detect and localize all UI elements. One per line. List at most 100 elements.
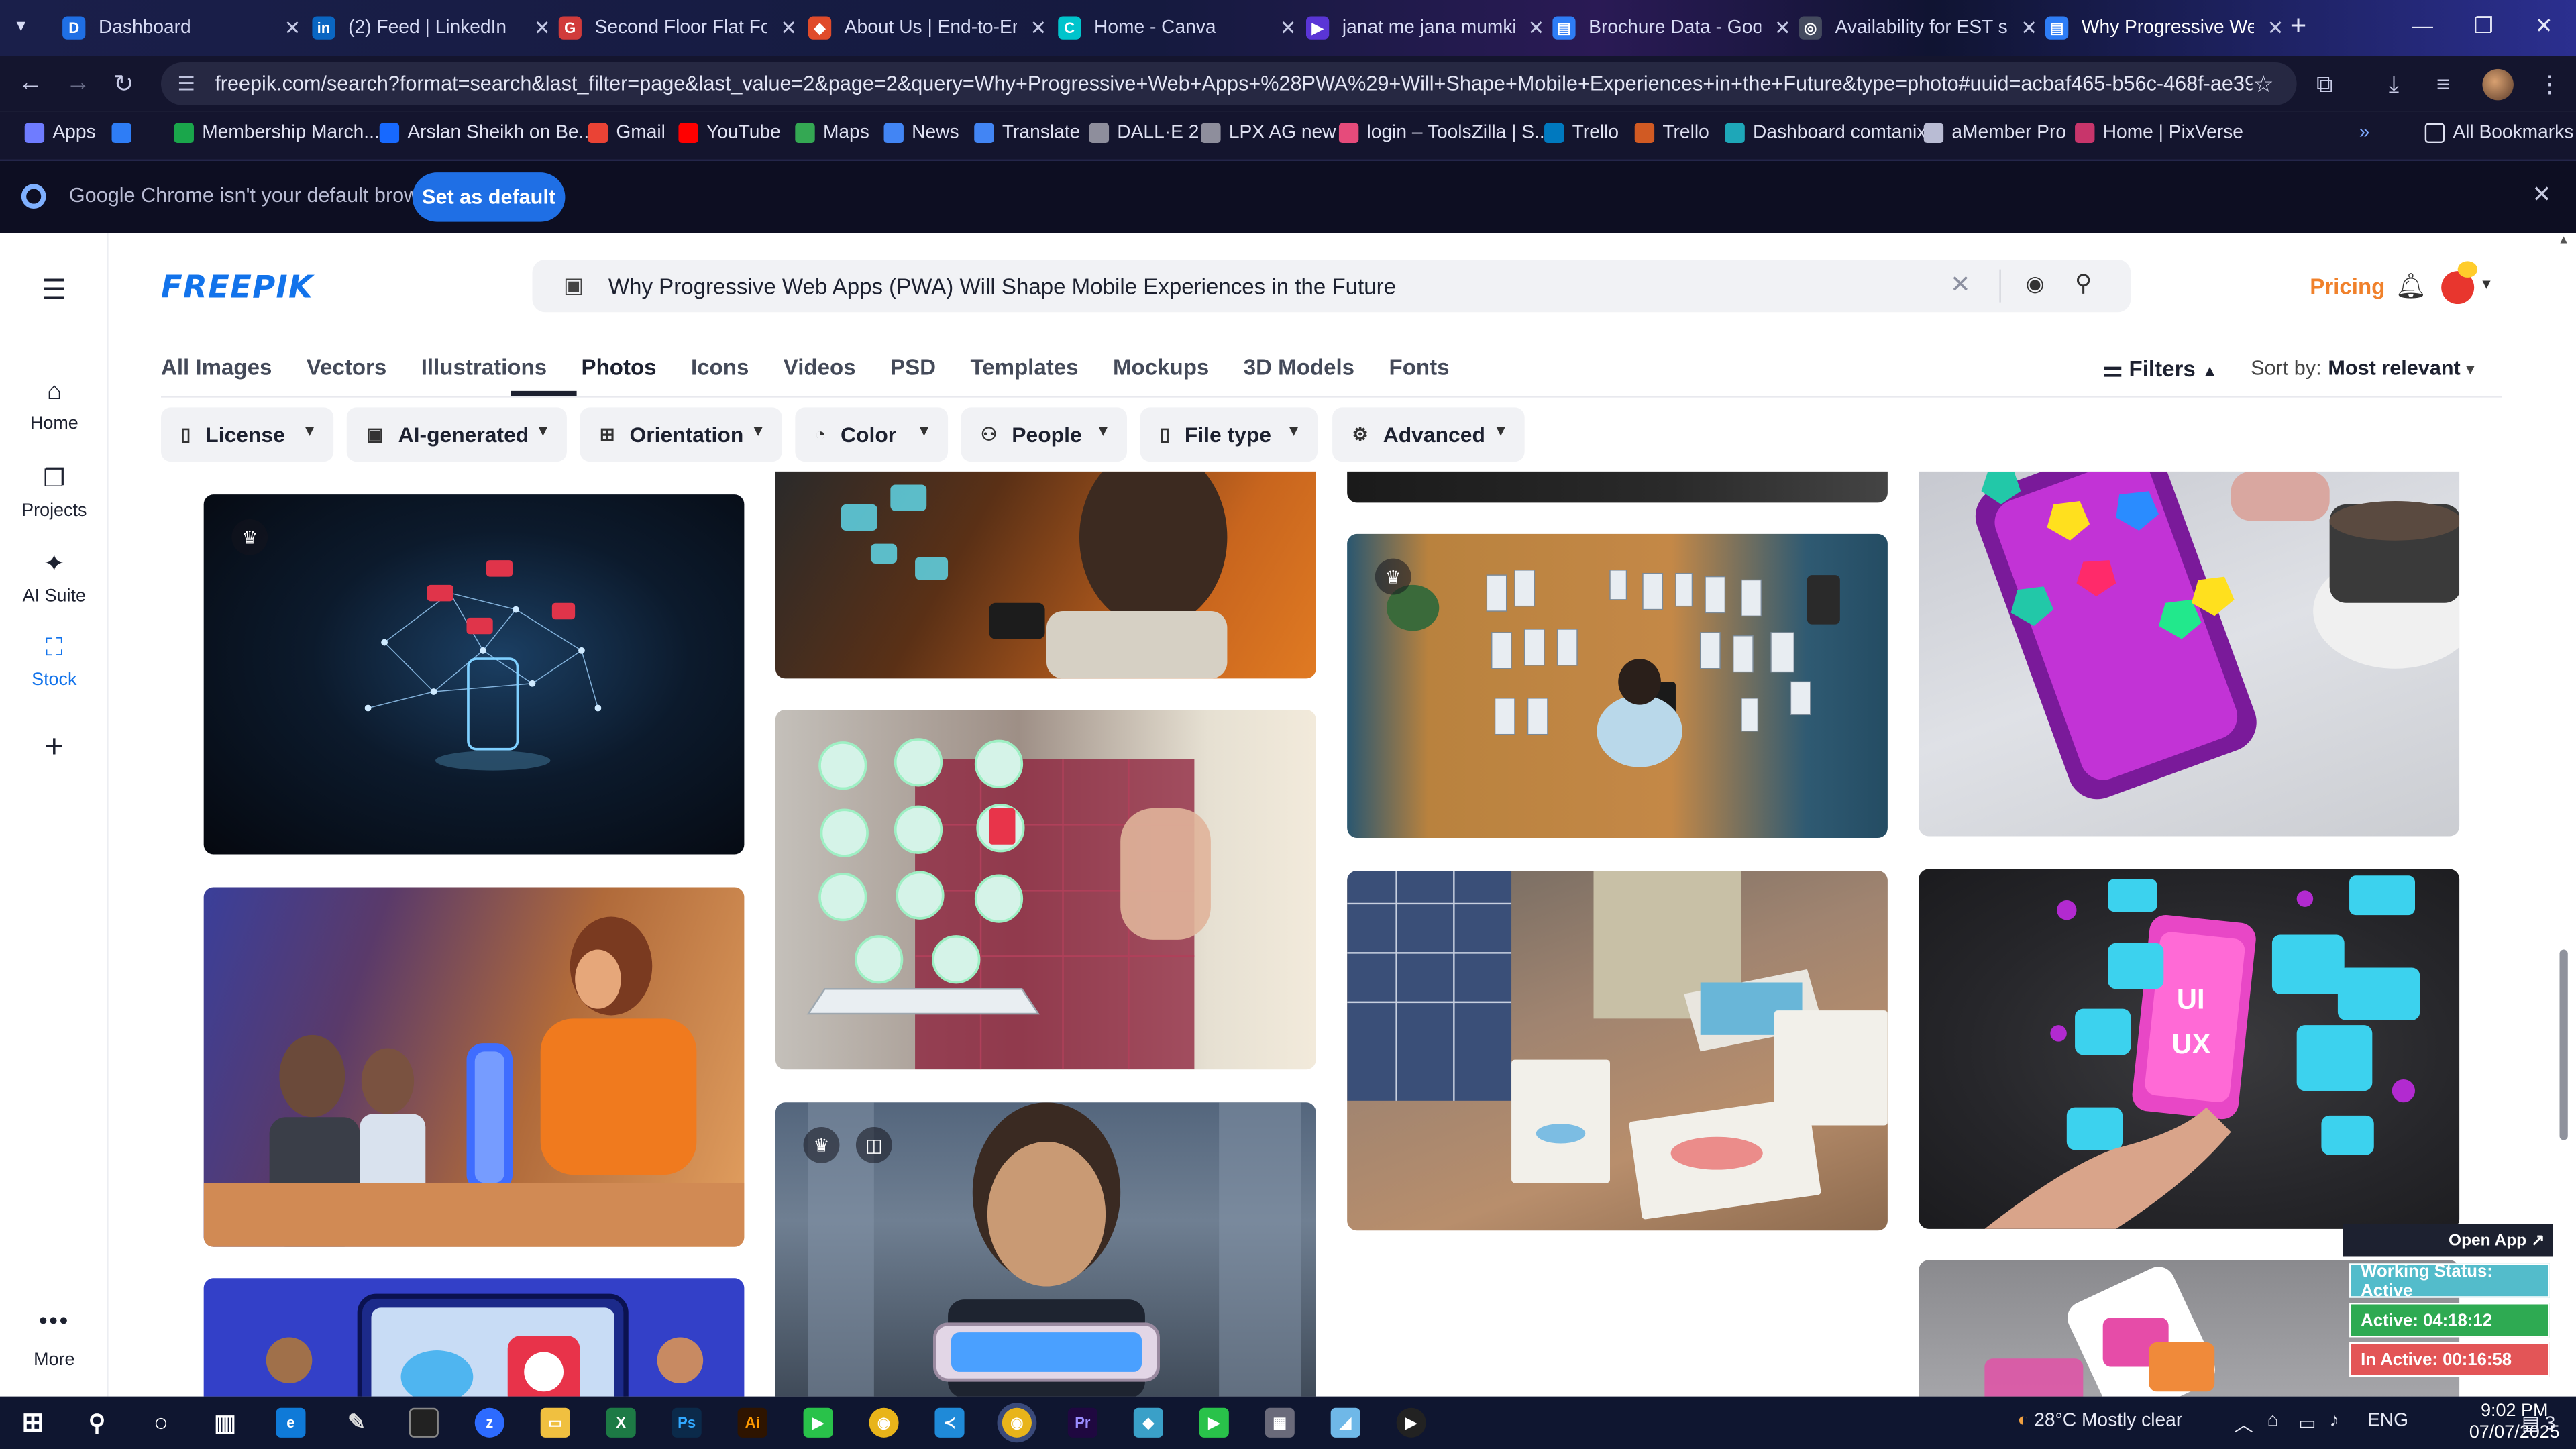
filters-toggle[interactable]: ⚌ Filters ▲ bbox=[2103, 356, 2218, 382]
bookmark-item[interactable]: Membership March... bbox=[174, 123, 380, 144]
browser-tab[interactable]: ▶ janat me jana mumki ✕ bbox=[1305, 8, 1544, 48]
terminal-icon[interactable] bbox=[409, 1407, 439, 1438]
search-input[interactable]: Why Progressive Web Apps (PWA) Will Shap… bbox=[608, 274, 1396, 299]
bookmark-item[interactable]: Apps bbox=[24, 123, 96, 144]
bookmark-item[interactable]: login – ToolsZilla | S... bbox=[1338, 123, 1550, 144]
vscode-icon[interactable]: ≺ bbox=[934, 1407, 965, 1438]
minimize-icon[interactable]: — bbox=[2412, 13, 2433, 38]
sidenav-home[interactable]: ⌂ Home bbox=[0, 378, 109, 433]
excel-icon[interactable]: X bbox=[606, 1407, 636, 1438]
more-bookmarks-icon[interactable]: » bbox=[2359, 123, 2370, 143]
pen-tool-icon[interactable]: ✎ bbox=[341, 1408, 371, 1438]
forward-icon[interactable]: → bbox=[66, 69, 91, 97]
green-app-2-icon[interactable]: ▶ bbox=[1199, 1407, 1229, 1438]
filter-button[interactable]: ⊞ Orientation ▾ bbox=[580, 407, 782, 462]
weather-widget[interactable]: ◐ 28°C Mostly clear bbox=[2017, 1411, 2182, 1431]
filter-button[interactable]: ⚙ Advanced ▾ bbox=[1332, 407, 1525, 462]
browser-tab[interactable]: in (2) Feed | LinkedIn ✕ bbox=[312, 8, 551, 48]
category-tab[interactable]: Photos bbox=[582, 355, 657, 388]
category-tab[interactable]: 3D Models bbox=[1244, 355, 1354, 388]
close-window-icon[interactable]: ✕ bbox=[2535, 13, 2553, 40]
omnibox[interactable]: ☰ freepik.com/search?format=search&last_… bbox=[161, 62, 2297, 105]
bookmark-item[interactable]: Dashboard comtanix bbox=[1725, 123, 1926, 144]
edge-icon[interactable]: e bbox=[276, 1407, 306, 1438]
premiere-icon[interactable]: Pr bbox=[1067, 1407, 1097, 1438]
taskbar-search-icon[interactable]: ⚲ bbox=[82, 1408, 111, 1438]
category-tab[interactable]: All Images bbox=[161, 355, 272, 388]
filter-button[interactable]: ▣ AI-generated ▾ bbox=[346, 407, 567, 462]
category-tab[interactable]: Videos bbox=[784, 355, 856, 388]
display-icon[interactable]: ▭ bbox=[2298, 1411, 2316, 1434]
filter-button[interactable]: ⚇ People ▾ bbox=[961, 407, 1128, 462]
profile-avatar[interactable] bbox=[2482, 68, 2514, 101]
filter-button[interactable]: ▯ License ▾ bbox=[161, 407, 334, 462]
browser-tab[interactable]: D Dashboard ✕ bbox=[62, 8, 301, 48]
cortana-icon[interactable]: ○ bbox=[146, 1408, 176, 1438]
filter-button[interactable]: ▯ File type ▾ bbox=[1140, 407, 1318, 462]
chrome-menu-icon[interactable]: ⋮ bbox=[2538, 70, 2561, 99]
cyan-app-icon[interactable]: ◆ bbox=[1133, 1407, 1163, 1438]
browser-tab[interactable]: ▤ Why Progressive Web ✕ bbox=[2045, 8, 2284, 48]
tab-close-icon[interactable]: ✕ bbox=[780, 16, 797, 39]
search-icon[interactable]: ⚲ bbox=[2075, 270, 2092, 298]
volume-icon[interactable]: ♪ bbox=[2330, 1411, 2339, 1431]
filter-button[interactable]: ◔ Color ▾ bbox=[795, 407, 949, 462]
extension-icon[interactable]: ⧉ bbox=[2316, 70, 2332, 99]
bookmark-item[interactable]: Home | PixVerse bbox=[2075, 123, 2243, 144]
network-icon[interactable]: ⌂ bbox=[2267, 1411, 2279, 1431]
bookmark-item[interactable]: Maps bbox=[795, 123, 869, 144]
photo-tile-phone-neon-icons[interactable] bbox=[1919, 471, 2460, 837]
bookmark-item[interactable]: YouTube bbox=[678, 123, 781, 144]
bookmark-star-icon[interactable]: ☆ bbox=[2253, 70, 2274, 99]
photo-tile-network-phone[interactable]: ♛ bbox=[203, 494, 745, 855]
bookmark-item[interactable]: Trello bbox=[1544, 123, 1619, 144]
scroll-up-icon[interactable]: ▲ bbox=[2558, 235, 2569, 246]
sort-dropdown[interactable]: Sort by: Most relevant ▾ bbox=[2251, 356, 2475, 379]
category-tab[interactable]: Vectors bbox=[307, 355, 386, 388]
freepik-logo[interactable]: FREEPIK bbox=[161, 270, 313, 306]
tab-close-icon[interactable]: ✕ bbox=[1280, 16, 1297, 39]
photo-tile-partial-dark[interactable] bbox=[1347, 471, 1888, 503]
browser-tab[interactable]: ▤ Brochure Data - Goo ✕ bbox=[1552, 8, 1791, 48]
camera-search-icon[interactable]: ◉ bbox=[2026, 271, 2045, 297]
page-scrollbar-thumb[interactable] bbox=[2559, 949, 2568, 1140]
notification-bell-icon[interactable]: 🔔︎ bbox=[2396, 271, 2427, 301]
sidenav-ai-suite[interactable]: ✦ AI Suite bbox=[0, 549, 109, 606]
add-icon[interactable]: + bbox=[0, 729, 109, 767]
photo-tile-ux-wireframes[interactable]: ♛ bbox=[1347, 533, 1888, 838]
calculator-icon[interactable]: ▦ bbox=[1265, 1407, 1295, 1438]
windows-start-icon[interactable]: ⊞ bbox=[18, 1408, 48, 1438]
zoom-icon[interactable]: z bbox=[474, 1407, 504, 1438]
photo-tile-family-speaker[interactable] bbox=[203, 887, 745, 1247]
tab-close-icon[interactable]: ✕ bbox=[2267, 16, 2284, 39]
clear-search-icon[interactable]: ✕ bbox=[1950, 270, 1971, 299]
notifications-icon[interactable]: ▤ 3 bbox=[2522, 1411, 2555, 1434]
photo-tile-man-smartphone[interactable]: ♛ ◫ bbox=[775, 1102, 1316, 1397]
reload-icon[interactable]: ↻ bbox=[113, 69, 134, 99]
pricing-link[interactable]: Pricing bbox=[2310, 274, 2385, 299]
chrome-icon[interactable]: ◉ bbox=[869, 1407, 899, 1438]
tab-close-icon[interactable]: ✕ bbox=[284, 16, 301, 39]
category-tab[interactable]: Templates bbox=[970, 355, 1078, 388]
bookmark-item[interactable]: Translate bbox=[974, 123, 1080, 144]
tab-close-icon[interactable]: ✕ bbox=[534, 16, 551, 39]
bookmark-item[interactable]: LPX AG new bbox=[1201, 123, 1336, 144]
all-bookmarks[interactable]: All Bookmarks bbox=[2424, 123, 2573, 144]
user-menu-chevron-icon[interactable]: ▾ bbox=[2482, 276, 2490, 294]
illustrator-icon[interactable]: Ai bbox=[737, 1407, 767, 1438]
hamburger-menu-icon[interactable]: ☰ bbox=[0, 274, 109, 307]
photo-tile-video-call[interactable] bbox=[203, 1278, 745, 1397]
media-queue-icon[interactable]: ≡ bbox=[2436, 70, 2450, 97]
photo-tile-phone-hologram[interactable] bbox=[775, 471, 1316, 679]
user-avatar[interactable] bbox=[2441, 261, 2478, 305]
category-tab[interactable]: Illustrations bbox=[421, 355, 547, 388]
search-bar[interactable]: ▣ Why Progressive Web Apps (PWA) Will Sh… bbox=[532, 259, 2131, 313]
bookmark-item[interactable] bbox=[111, 123, 140, 144]
bookmark-item[interactable]: Arslan Sheikh on Be... bbox=[379, 123, 594, 144]
photo-tile-team-wireframes[interactable] bbox=[1347, 870, 1888, 1231]
site-info-icon[interactable]: ☰ bbox=[177, 72, 195, 95]
sidenav-stock[interactable]: ⛶ Stock bbox=[0, 634, 109, 690]
tray-chevron-icon[interactable]: ︿ bbox=[2235, 1411, 2253, 1438]
tab-close-icon[interactable]: ✕ bbox=[2021, 16, 2037, 39]
bookmark-item[interactable]: Trello bbox=[1634, 123, 1709, 144]
